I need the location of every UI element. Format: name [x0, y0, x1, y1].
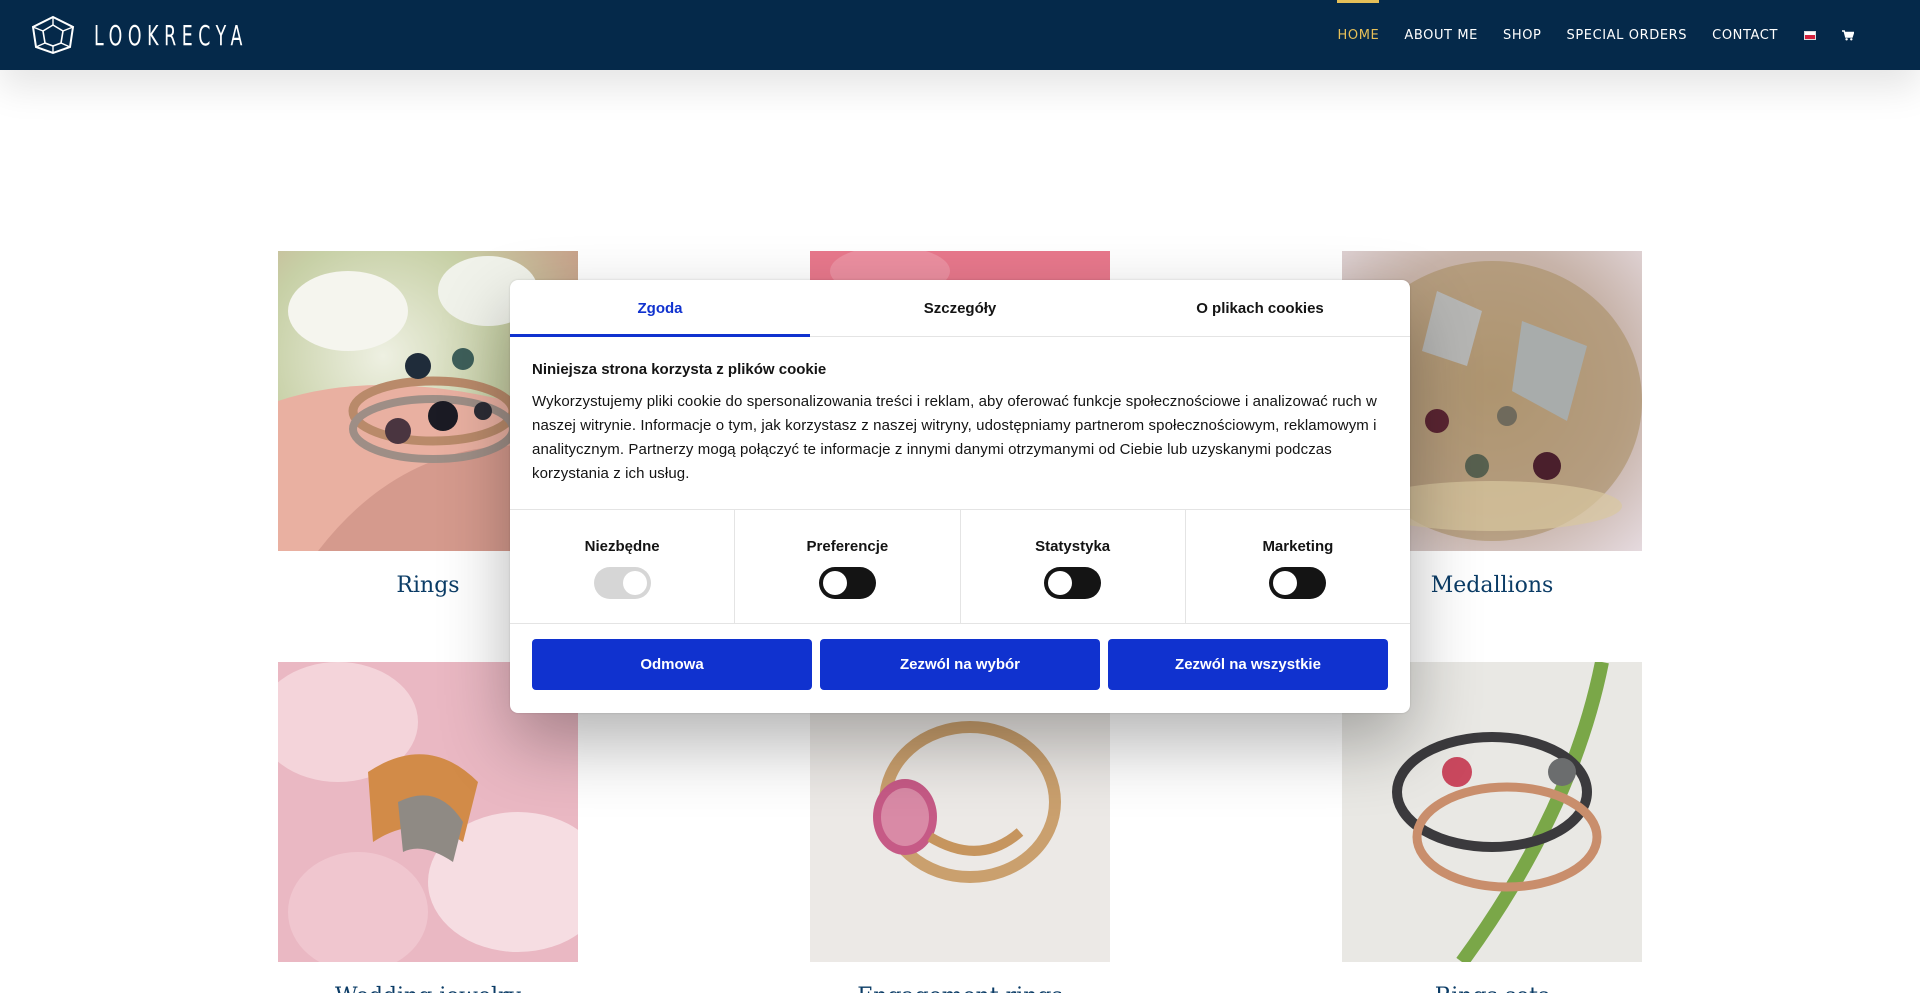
nav-item-special-orders[interactable]: SPECIAL ORDERS [1566, 0, 1687, 70]
category-label-engagement-rings[interactable]: Engagement rings [810, 984, 1110, 993]
cookie-tabs: Zgoda Szczegóły O plikach cookies [510, 280, 1410, 337]
nav-item-shop[interactable]: SHOP [1503, 0, 1542, 70]
nav-item-contact[interactable]: CONTACT [1712, 0, 1778, 70]
toggle-cell-necessary: Niezbędne [510, 510, 736, 623]
cart-icon[interactable] [1842, 29, 1854, 41]
allow-selection-button[interactable]: Zezwól na wybór [820, 639, 1100, 690]
tab-details[interactable]: Szczegóły [810, 280, 1110, 336]
tab-about-cookies[interactable]: O plikach cookies [1110, 280, 1410, 336]
cookie-dialog-body: Niniejsza strona korzysta z plików cooki… [510, 337, 1410, 510]
cookie-buttons: Odmowa Zezwól na wybór Zezwól na wszystk… [510, 624, 1410, 705]
poland-flag-icon[interactable] [1804, 30, 1816, 40]
toggle-necessary [593, 567, 651, 599]
category-label-wedding-jewelry[interactable]: Wedding jewelry [278, 984, 578, 993]
cookie-dialog-text: Wykorzystujemy pliki cookie do spersonal… [532, 393, 1377, 482]
cookie-category-toggles: Niezbędne Preferencje Statystyka Marketi… [510, 510, 1410, 624]
site-header: LOOKRECYA HOME ABOUT ME SHOP SPECIAL ORD… [0, 0, 1920, 70]
nav-item-about-me[interactable]: ABOUT ME [1404, 0, 1478, 70]
toggle-label-preferences: Preferencje [806, 538, 889, 555]
toggle-preferences[interactable] [818, 567, 876, 599]
toggle-statistics[interactable] [1044, 567, 1102, 599]
toggle-label-statistics: Statystyka [1035, 538, 1111, 555]
category-label-rings-sets[interactable]: Rings sets [1342, 984, 1642, 993]
logo-text: LOOKRECYA [94, 18, 248, 52]
toggle-cell-marketing: Marketing [1186, 510, 1410, 623]
cookie-dialog-title: Niniejsza strona korzysta z plików cooki… [532, 361, 827, 378]
toggle-label-necessary: Niezbędne [584, 538, 660, 555]
toggle-marketing[interactable] [1269, 567, 1327, 599]
main-nav: HOME ABOUT ME SHOP SPECIAL ORDERS CONTAC… [1312, 0, 1854, 70]
nav-item-home[interactable]: HOME [1337, 0, 1380, 70]
deny-button[interactable]: Odmowa [532, 639, 812, 690]
toggle-cell-preferences: Preferencje [735, 510, 961, 623]
logo-gem-icon [31, 15, 75, 55]
tab-consent[interactable]: Zgoda [510, 280, 810, 337]
site-logo[interactable]: LOOKRECYA [30, 14, 342, 56]
toggle-label-marketing: Marketing [1262, 538, 1334, 555]
toggle-cell-statistics: Statystyka [961, 510, 1186, 623]
allow-all-button[interactable]: Zezwól na wszystkie [1108, 639, 1388, 690]
cookie-consent-dialog: Zgoda Szczegóły O plikach cookies Niniej… [510, 280, 1410, 713]
